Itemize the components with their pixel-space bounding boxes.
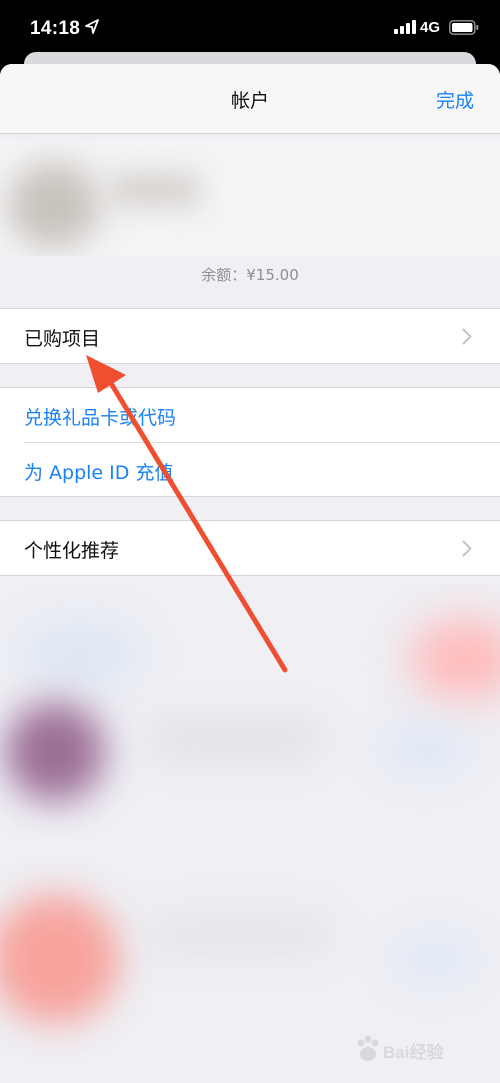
blurred-blob [380,724,470,774]
battery-icon [449,20,479,35]
blurred-blob [20,624,140,684]
purchased-group: 已购项目 [0,308,500,364]
watermark-text: Bai经验 [383,1043,444,1062]
redeem-gift-card-link: 兑换礼品卡或代码 [24,407,177,429]
account-name-blurred [110,174,200,206]
purchased-row[interactable]: 已购项目 [0,309,500,363]
baidu-jingyan-watermark: Bai经验 [355,1030,485,1068]
purchased-label: 已购项目 [24,328,101,350]
personalized-label: 个性化推荐 [24,540,120,562]
blurred-blob [150,719,320,759]
chevron-right-icon [462,540,472,557]
navigation-bar: 帐户 完成 [0,64,500,134]
blurred-blob [0,894,120,1024]
blurred-blob [5,702,105,802]
redeem-row[interactable]: 兑换礼品卡或代码 [0,388,500,442]
network-type: 4G [420,19,441,36]
page-title: 帐户 [230,90,269,112]
account-sheet: 帐户 完成 余额：¥15.00 已购项目 兑换礼品卡或代码 为 Apple ID… [0,64,500,1083]
blurred-blob [150,914,330,954]
profile-card[interactable] [0,140,500,256]
personalized-recommendations-row[interactable]: 个性化推荐 [0,521,500,575]
done-button[interactable]: 完成 [436,86,474,113]
account-balance: 余额：¥15.00 [201,266,299,284]
location-arrow-icon [85,19,99,34]
cellular-signal-icon [394,20,416,34]
blurred-blob [390,934,480,984]
clock: 14:18 [30,18,81,39]
funds-group: 兑换礼品卡或代码 为 Apple ID 充值 [0,387,500,497]
blurred-content-area [0,584,500,1083]
personalized-group: 个性化推荐 [0,520,500,576]
avatar [8,162,100,248]
chevron-right-icon [462,328,472,345]
add-funds-link: 为 Apple ID 充值 [24,462,174,484]
add-funds-row[interactable]: 为 Apple ID 充值 [24,442,500,496]
paw-logo-icon [357,1035,379,1061]
blurred-blob [410,619,500,699]
